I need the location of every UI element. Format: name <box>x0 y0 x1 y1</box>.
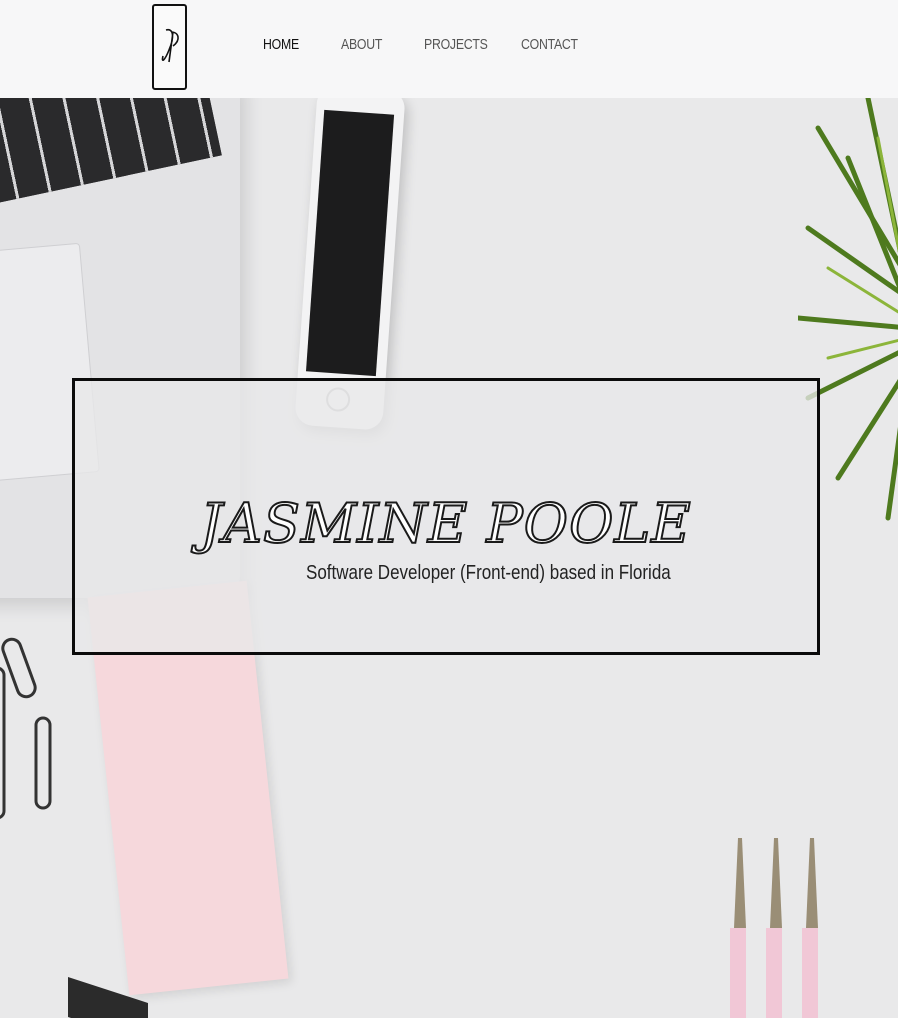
phone-screen <box>305 109 395 377</box>
logo[interactable] <box>152 4 187 90</box>
nav-about[interactable]: ABOUT <box>341 36 382 53</box>
hero-subtitle: Software Developer (Front-end) based in … <box>306 562 671 584</box>
intro-box: JASMINE POOLE Software Developer (Front-… <box>72 378 820 655</box>
hero-name: JASMINE POOLE <box>199 491 692 556</box>
nav-projects[interactable]: PROJECTS <box>424 36 488 53</box>
nav-contact[interactable]: CONTACT <box>521 36 578 53</box>
site-header: HOME ABOUT PROJECTS CONTACT <box>0 0 898 98</box>
nav-home[interactable]: HOME <box>263 36 299 53</box>
keyboard-image <box>0 98 222 206</box>
pens-image <box>730 838 818 1018</box>
paper-clips-image <box>0 637 52 819</box>
jp-monogram-icon <box>161 28 179 63</box>
